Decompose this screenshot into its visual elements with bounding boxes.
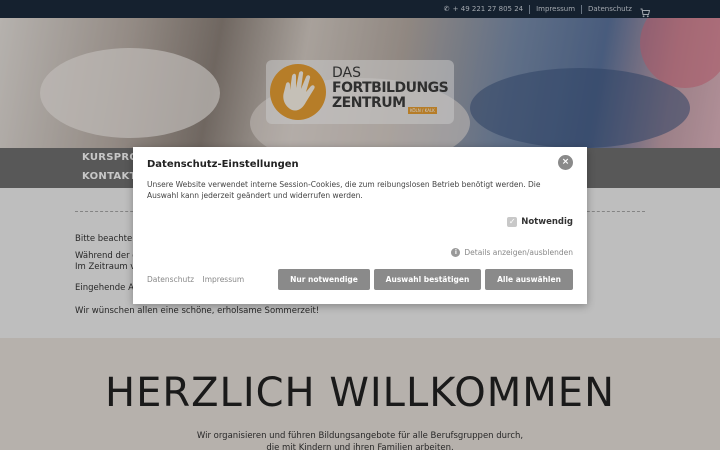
dialog-datenschutz-link[interactable]: Datenschutz: [147, 275, 194, 284]
privacy-settings-dialog: Datenschutz-Einstellungen × Unsere Websi…: [133, 147, 587, 304]
close-icon[interactable]: ×: [558, 155, 573, 170]
necessary-checkbox-row: ✓ Notwendig: [507, 217, 573, 227]
only-necessary-button[interactable]: Nur notwendige: [278, 269, 370, 290]
dialog-description: Unsere Website verwendet interne Session…: [147, 180, 541, 200]
dialog-impressum-link[interactable]: Impressum: [203, 275, 245, 284]
dialog-links: Datenschutz Impressum: [147, 275, 250, 284]
necessary-checkbox-label: Notwendig: [521, 217, 573, 227]
select-all-button[interactable]: Alle auswählen: [485, 269, 573, 290]
necessary-checkbox[interactable]: ✓: [507, 217, 518, 227]
details-toggle[interactable]: i Details anzeigen/ausblenden: [451, 248, 573, 257]
details-toggle-label[interactable]: Details anzeigen/ausblenden: [464, 248, 573, 257]
info-icon: i: [451, 248, 461, 257]
confirm-selection-button[interactable]: Auswahl bestätigen: [374, 269, 481, 290]
dialog-title: Datenschutz-Einstellungen: [147, 159, 299, 170]
